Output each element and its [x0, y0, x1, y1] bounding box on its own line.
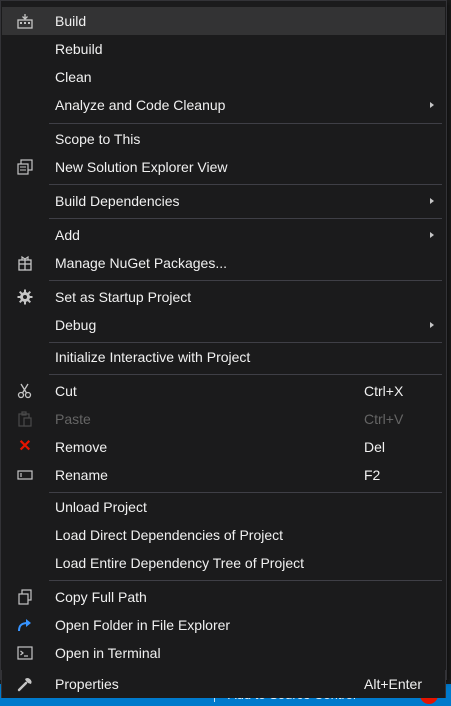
menu-item-load-tree[interactable]: Load Entire Dependency Tree of Project [2, 549, 445, 577]
menu-item-label: Open Folder in File Explorer [55, 617, 231, 633]
menu-separator [49, 184, 442, 185]
menu-item-label: Initialize Interactive with Project [55, 349, 251, 365]
gear-icon [16, 288, 34, 306]
menu-item-label: Clean [55, 69, 92, 85]
context-menu: Build Rebuild Clean Analyze and Code Cle… [0, 0, 447, 680]
menu-item-label: Copy Full Path [55, 589, 147, 605]
submenu-arrow-icon [430, 322, 434, 328]
menu-item-label: Cut [55, 383, 77, 399]
terminal-icon [16, 644, 34, 662]
menu-item-label: Unload Project [55, 499, 147, 515]
scissors-icon [16, 382, 34, 400]
menu-item-build[interactable]: Build [2, 7, 445, 35]
rename-icon [16, 466, 34, 484]
menu-item-label: Rename [55, 467, 108, 483]
menu-item-paste: Paste Ctrl+V [2, 405, 445, 433]
open-folder-icon [16, 616, 34, 634]
submenu-arrow-icon [430, 102, 434, 108]
menu-item-set-startup[interactable]: Set as Startup Project [2, 283, 445, 311]
menu-separator [49, 580, 442, 581]
menu-item-label: Load Direct Dependencies of Project [55, 527, 284, 543]
menu-item-initialize-interactive[interactable]: Initialize Interactive with Project [2, 343, 445, 371]
shortcut-text: F2 [364, 467, 381, 483]
wrench-icon [16, 675, 34, 693]
close-icon: ✕ [18, 438, 32, 455]
submenu-arrow-icon [430, 232, 434, 238]
menu-item-label: Load Entire Dependency Tree of Project [55, 555, 305, 571]
menu-item-label: Analyze and Code Cleanup [55, 97, 226, 113]
menu-item-label: New Solution Explorer View [55, 159, 228, 175]
menu-item-clean[interactable]: Clean [2, 63, 445, 91]
menu-separator [49, 123, 442, 124]
menu-item-open-folder[interactable]: Open Folder in File Explorer [2, 611, 445, 639]
menu-item-label: Set as Startup Project [55, 289, 192, 305]
menu-item-load-direct[interactable]: Load Direct Dependencies of Project [2, 521, 445, 549]
menu-item-rebuild[interactable]: Rebuild [2, 35, 445, 63]
menu-item-scope[interactable]: Scope to This [2, 125, 445, 153]
menu-item-debug[interactable]: Debug [2, 311, 445, 339]
menu-item-copy-path[interactable]: Copy Full Path [2, 583, 445, 611]
menu-item-open-terminal[interactable]: Open in Terminal [2, 639, 445, 667]
build-icon [16, 12, 34, 30]
menu-separator [49, 374, 442, 375]
submenu-arrow-icon [430, 198, 434, 204]
menu-separator [49, 218, 442, 219]
nuget-icon [16, 254, 34, 272]
menu-item-label: Debug [55, 317, 97, 333]
menu-item-label: Build Dependencies [55, 193, 180, 209]
menu-item-label: Properties [55, 676, 119, 692]
shortcut-text: Alt+Enter [364, 676, 422, 692]
shortcut-text: Ctrl+V [364, 411, 404, 427]
menu-item-label: Remove [55, 439, 108, 455]
screen: Add to Source Control Build Rebuild Clea… [0, 0, 451, 706]
menu-item-build-dependencies[interactable]: Build Dependencies [2, 187, 445, 215]
shortcut-text: Ctrl+X [364, 383, 404, 399]
menu-item-label: Paste [55, 411, 91, 427]
new-view-icon [16, 158, 34, 176]
menu-item-properties[interactable]: Properties Alt+Enter [1, 670, 446, 698]
menu-item-unload[interactable]: Unload Project [2, 493, 445, 521]
menu-item-label: Open in Terminal [55, 645, 161, 661]
paste-icon [16, 410, 34, 428]
menu-item-cut[interactable]: Cut Ctrl+X [2, 377, 445, 405]
menu-item-analyze[interactable]: Analyze and Code Cleanup [2, 91, 445, 119]
copy-icon [16, 588, 34, 606]
menu-item-label: Manage NuGet Packages... [55, 255, 227, 271]
menu-item-label: Scope to This [55, 131, 141, 147]
shortcut-text: Del [364, 439, 386, 455]
menu-item-add[interactable]: Add [2, 221, 445, 249]
menu-item-label: Add [55, 227, 80, 243]
menu-item-nuget[interactable]: Manage NuGet Packages... [2, 249, 445, 277]
menu-separator [49, 280, 442, 281]
menu-item-label: Rebuild [55, 41, 103, 57]
menu-item-remove[interactable]: ✕ Remove Del [2, 433, 445, 461]
menu-item-label: Build [55, 13, 87, 29]
menu-item-rename[interactable]: Rename F2 [2, 461, 445, 489]
menu-item-new-view[interactable]: New Solution Explorer View [2, 153, 445, 181]
